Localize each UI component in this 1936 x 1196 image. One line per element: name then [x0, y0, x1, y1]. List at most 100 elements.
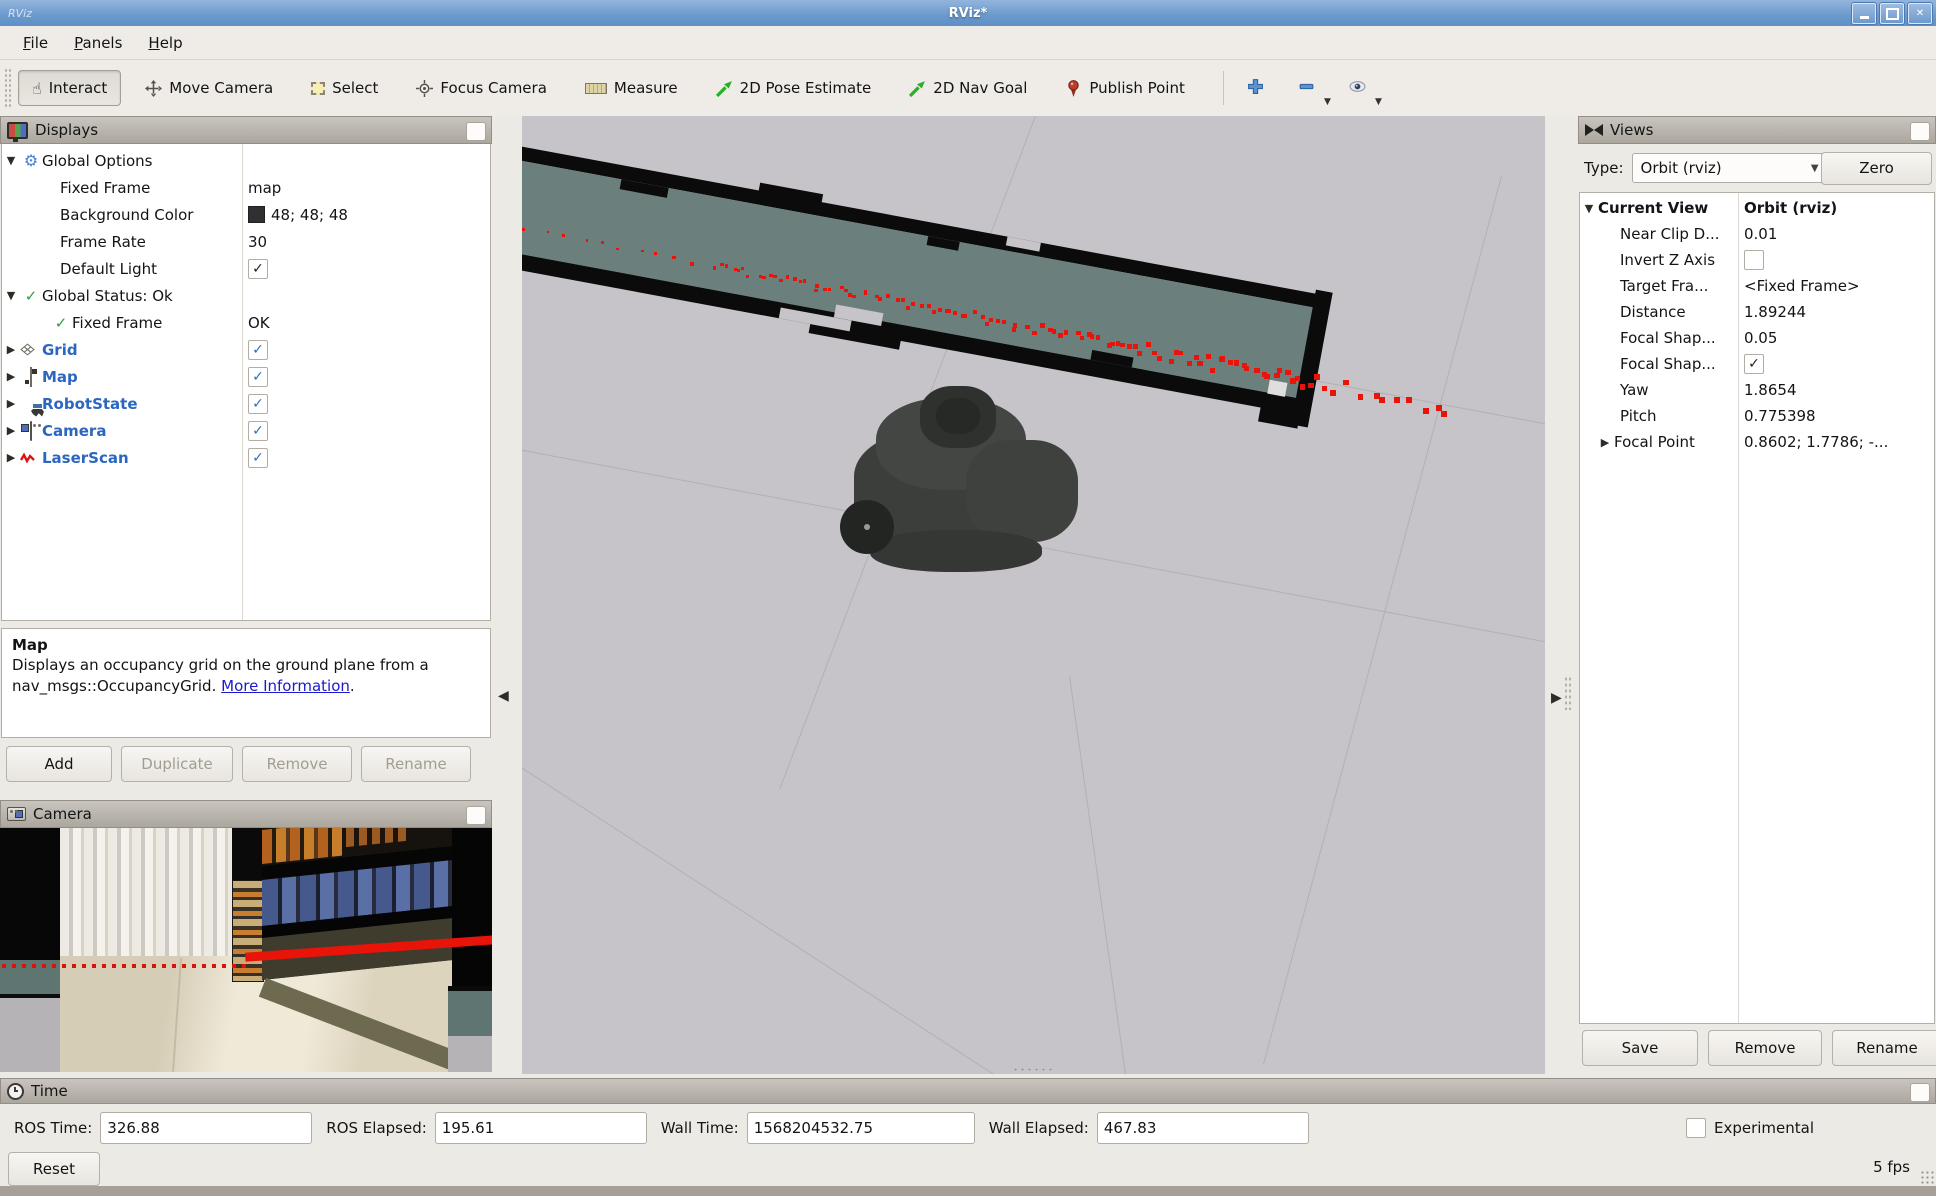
tree-row-focal-shape-size[interactable]: Focal Shap... 0.05	[1580, 325, 1934, 351]
save-view-button[interactable]: Save	[1582, 1030, 1698, 1066]
row-value[interactable]: 1.8654	[1744, 381, 1797, 399]
time-float-checkbox[interactable]	[1910, 1083, 1930, 1102]
nav-goal-tool-button[interactable]: 2D Nav Goal	[895, 70, 1041, 106]
ros-time-input[interactable]	[100, 1112, 312, 1144]
chevron-right-icon[interactable]: ▶	[2, 397, 20, 410]
camera-panel-header[interactable]: Camera	[0, 800, 492, 828]
chevron-down-icon[interactable]: ▼	[2, 154, 20, 167]
default-light-checkbox[interactable]: ✓	[248, 259, 268, 279]
map-enabled-checkbox[interactable]: ✓	[248, 367, 268, 387]
toolbar-drag-handle[interactable]	[4, 68, 12, 108]
tree-row-fixed-frame[interactable]: Fixed Frame map	[2, 174, 490, 201]
chevron-right-icon[interactable]: ▶	[2, 343, 20, 356]
time-panel-header[interactable]: Time	[0, 1078, 1936, 1104]
rename-view-button[interactable]: Rename	[1832, 1030, 1936, 1066]
tree-row-background-color[interactable]: Background Color 48; 48; 48	[2, 201, 490, 228]
menu-panels[interactable]: Panels	[61, 30, 135, 56]
zero-button[interactable]: Zero	[1821, 152, 1932, 185]
views-panel-header[interactable]: Views	[1578, 116, 1936, 144]
tree-row-grid[interactable]: ▶ Grid ✓	[2, 336, 490, 363]
tree-row-current-view[interactable]: ▼ Current View Orbit (rviz)	[1580, 195, 1934, 221]
tree-row-frame-rate[interactable]: Frame Rate 30	[2, 228, 490, 255]
camera-enabled-checkbox[interactable]: ✓	[248, 421, 268, 441]
publish-point-tool-button[interactable]: Publish Point	[1051, 70, 1198, 106]
row-value[interactable]: 1.89244	[1744, 303, 1806, 321]
chevron-down-icon[interactable]: ▼	[2, 289, 20, 302]
vertical-splitter-handle[interactable]	[1564, 676, 1571, 710]
row-value[interactable]: <Fixed Frame>	[1744, 277, 1860, 295]
tree-row-map[interactable]: ▶ Map ✓	[2, 363, 490, 390]
experimental-checkbox[interactable]	[1686, 1118, 1706, 1138]
pose-estimate-tool-button[interactable]: 2D Pose Estimate	[702, 70, 886, 106]
tree-row-distance[interactable]: Distance 1.89244	[1580, 299, 1934, 325]
chevron-right-icon[interactable]: ▶	[2, 370, 20, 383]
chevron-right-icon[interactable]: ▶	[1596, 436, 1614, 449]
tree-row-near-clip[interactable]: Near Clip D... 0.01	[1580, 221, 1934, 247]
ros-elapsed-input[interactable]	[435, 1112, 647, 1144]
laserscan-enabled-checkbox[interactable]: ✓	[248, 448, 268, 468]
remove-view-button[interactable]: Remove	[1708, 1030, 1822, 1066]
tree-row-yaw[interactable]: Yaw 1.8654	[1580, 377, 1934, 403]
title-bar[interactable]: RViz RViz* ✕	[0, 0, 1936, 26]
row-value[interactable]: 0.01	[1744, 225, 1777, 243]
tree-row-global-options[interactable]: ▼ ⚙ Global Options	[2, 147, 490, 174]
horizontal-splitter-handle[interactable]	[1012, 1067, 1056, 1072]
tree-row-fixed-frame-status[interactable]: ✓ Fixed Frame OK	[2, 309, 490, 336]
displays-panel-header[interactable]: Displays	[0, 116, 492, 144]
measure-tool-button[interactable]: Measure	[571, 70, 692, 106]
views-float-checkbox[interactable]	[1910, 122, 1930, 141]
camera-float-checkbox[interactable]	[466, 806, 486, 825]
tree-row-global-status[interactable]: ▼ ✓ Global Status: Ok	[2, 282, 490, 309]
chevron-down-icon[interactable]: ▼	[1324, 97, 1331, 107]
maximize-button[interactable]	[1880, 3, 1904, 24]
window-resize-grip[interactable]	[1920, 1170, 1934, 1184]
move-camera-tool-button[interactable]: Move Camera	[131, 70, 287, 106]
tree-row-invert-z[interactable]: Invert Z Axis	[1580, 247, 1934, 273]
robotstate-enabled-checkbox[interactable]: ✓	[248, 394, 268, 414]
menu-help[interactable]: Help	[135, 30, 195, 56]
tree-row-default-light[interactable]: Default Light ✓	[2, 255, 490, 282]
row-value[interactable]: 0.05	[1744, 329, 1777, 347]
row-value[interactable]: 30	[248, 233, 267, 251]
row-value[interactable]: 0.775398	[1744, 407, 1816, 425]
tree-row-laserscan[interactable]: ▶ LaserScan ✓	[2, 444, 490, 471]
select-tool-button[interactable]: Select	[297, 70, 392, 106]
grid-enabled-checkbox[interactable]: ✓	[248, 340, 268, 360]
tree-row-robotstate[interactable]: ▶ RobotState ✓	[2, 390, 490, 417]
close-button[interactable]: ✕	[1908, 3, 1932, 24]
displays-float-checkbox[interactable]	[466, 122, 486, 141]
tool-visibility-button[interactable]: ▼	[1340, 72, 1375, 105]
invert-z-checkbox[interactable]	[1744, 250, 1764, 270]
tree-row-target-frame[interactable]: Target Fra... <Fixed Frame>	[1580, 273, 1934, 299]
row-value[interactable]: map	[248, 179, 281, 197]
chevron-right-icon[interactable]: ▶	[2, 451, 20, 464]
color-swatch[interactable]	[248, 206, 265, 223]
more-information-link[interactable]: More Information	[221, 677, 350, 695]
duplicate-display-button[interactable]: Duplicate	[121, 746, 233, 782]
chevron-right-icon[interactable]: ▶	[2, 424, 20, 437]
add-display-button[interactable]: Add	[6, 746, 112, 782]
viewport-3d[interactable]	[522, 116, 1545, 1074]
focus-camera-tool-button[interactable]: Focus Camera	[402, 70, 560, 106]
tree-row-camera[interactable]: ▶ Camera ✓	[2, 417, 490, 444]
collapse-right-panel-arrow[interactable]: ▶	[1551, 690, 1562, 706]
wall-time-input[interactable]	[747, 1112, 975, 1144]
menu-file[interactable]: File	[10, 30, 61, 56]
row-value[interactable]: 0.8602; 1.7786; -...	[1744, 433, 1888, 451]
collapse-left-panel-arrow[interactable]: ◀	[498, 688, 509, 704]
focal-shape-checkbox[interactable]: ✓	[1744, 354, 1764, 374]
view-type-select[interactable]: Orbit (rviz) ▼	[1632, 153, 1828, 183]
remove-display-button[interactable]: Remove	[242, 746, 352, 782]
wall-elapsed-input[interactable]	[1097, 1112, 1309, 1144]
minimize-button[interactable]	[1852, 3, 1876, 24]
tree-row-focal-point[interactable]: ▶ Focal Point 0.8602; 1.7786; -...	[1580, 429, 1934, 455]
tree-row-pitch[interactable]: Pitch 0.775398	[1580, 403, 1934, 429]
add-tool-button[interactable]	[1238, 72, 1273, 105]
tree-row-focal-shape-fixed[interactable]: Focal Shap... ✓	[1580, 351, 1934, 377]
remove-tool-button[interactable]: ▼	[1289, 72, 1324, 105]
rename-display-button[interactable]: Rename	[361, 746, 471, 782]
chevron-down-icon[interactable]: ▼	[1580, 202, 1598, 215]
chevron-down-icon[interactable]: ▼	[1375, 97, 1382, 107]
reset-button[interactable]: Reset	[8, 1152, 100, 1186]
interact-tool-button[interactable]: ☝ Interact	[18, 70, 121, 106]
